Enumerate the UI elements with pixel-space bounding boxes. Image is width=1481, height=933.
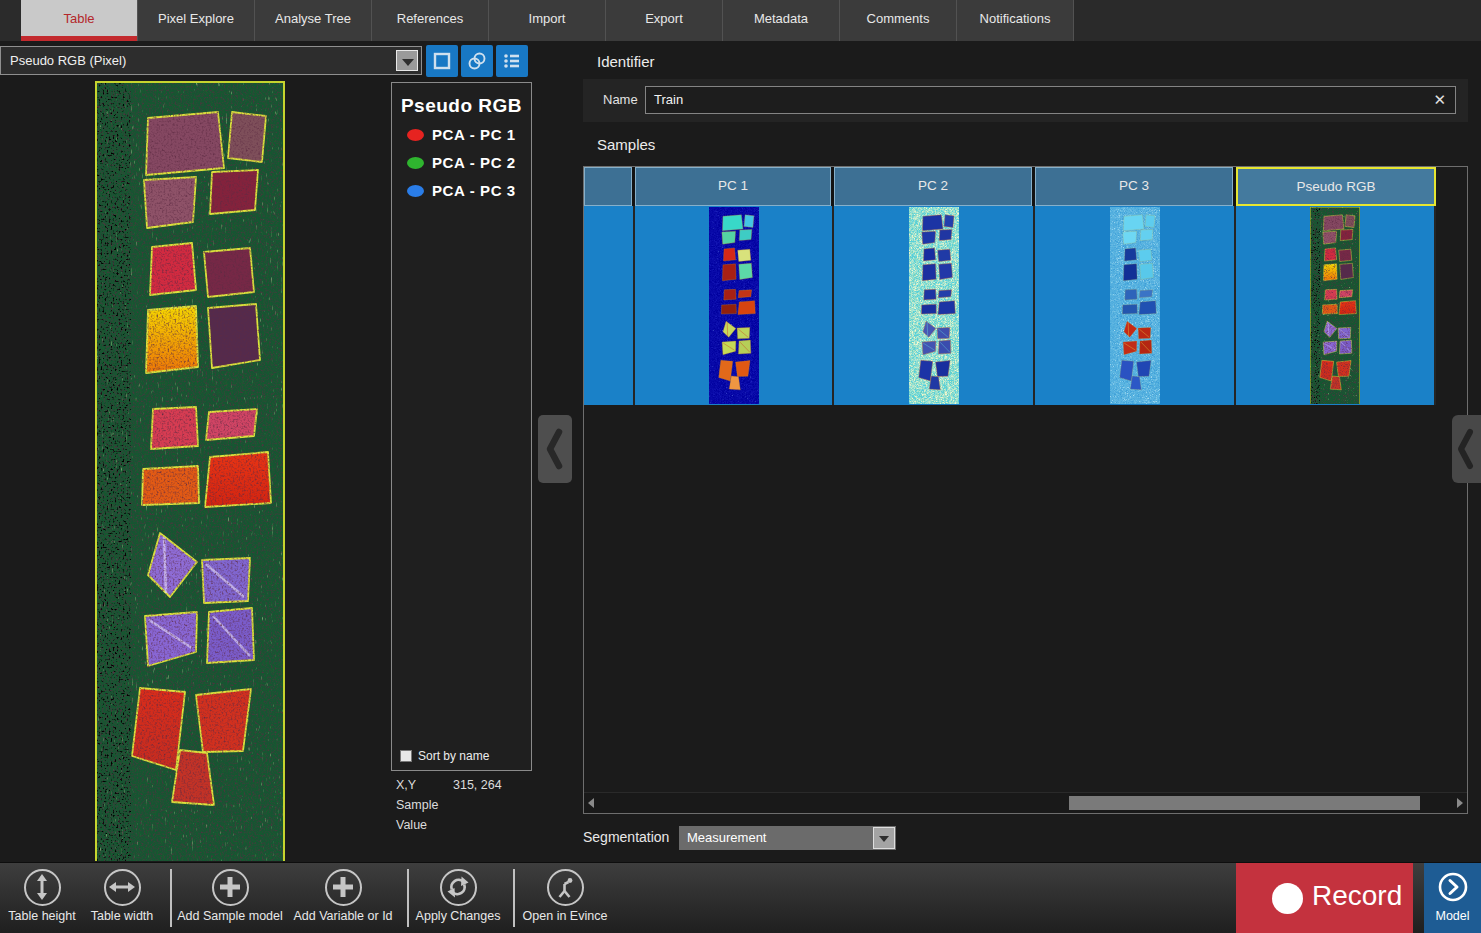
layer-select[interactable]: Pseudo RGB (Pixel)	[0, 46, 422, 75]
apply-changes-button[interactable]: Apply Changes	[403, 867, 513, 923]
add-sample-model-button[interactable]: Add Sample model	[165, 867, 295, 923]
tab-references[interactable]: References	[372, 0, 489, 41]
samples-body-row	[584, 206, 1467, 405]
column-header-pc2[interactable]: PC 2	[834, 167, 1035, 206]
sort-by-name-row[interactable]: Sort by name	[400, 749, 489, 763]
chevron-right-circle-icon	[1436, 870, 1470, 904]
tab-notifications[interactable]: Notifications	[957, 0, 1074, 41]
scroll-left-arrow[interactable]	[588, 798, 594, 808]
tab-import[interactable]: Import	[489, 0, 606, 41]
tab-bar-spacer	[0, 0, 21, 41]
scroll-right-arrow[interactable]	[1457, 798, 1463, 808]
chevron-left-icon	[538, 415, 572, 483]
column-header-pseudo-rgb[interactable]: Pseudo RGB	[1236, 167, 1436, 206]
specimen-image-main[interactable]	[95, 81, 285, 861]
column-header-pc1[interactable]: PC 1	[635, 167, 834, 206]
probe-xy-row: X,Y315, 264	[396, 778, 546, 798]
tab-table[interactable]: Table	[21, 0, 138, 41]
probe-value-row: Value	[396, 818, 546, 838]
square-icon	[431, 50, 453, 72]
horizontal-scrollbar[interactable]	[584, 792, 1467, 813]
refresh-icon	[442, 871, 474, 903]
samples-section-label: Samples	[597, 136, 655, 153]
chevron-down-icon	[879, 836, 889, 842]
name-field-label: Name	[603, 92, 638, 107]
link-icon	[466, 50, 488, 72]
layer-select-arrow-button[interactable]	[396, 50, 418, 71]
legend-item-pc1[interactable]: PCA - PC 1	[407, 126, 531, 145]
collapse-left-panel-button[interactable]	[538, 415, 572, 483]
legend-panel: Pseudo RGB PCA - PC 1 PCA - PC 2 PCA - P…	[391, 82, 532, 771]
tab-metadata[interactable]: Metadata	[723, 0, 840, 41]
segmentation-label: Segmentation	[583, 829, 669, 845]
sample-thumbnail-pc1[interactable]	[709, 207, 759, 404]
layer-select-value: Pseudo RGB (Pixel)	[10, 53, 126, 68]
list-options-button[interactable]	[496, 45, 528, 77]
sample-thumbnail-pc2[interactable]	[909, 207, 959, 404]
model-button[interactable]: Model	[1424, 863, 1481, 933]
legend-item-pc3[interactable]: PCA - PC 3	[407, 182, 531, 201]
sample-cell-pc3[interactable]	[1035, 206, 1236, 405]
row-header-cell[interactable]	[584, 206, 635, 405]
tab-analyse-tree[interactable]: Analyse Tree	[255, 0, 372, 41]
record-button[interactable]: Record	[1236, 863, 1413, 933]
sample-cell-pc1[interactable]	[635, 206, 834, 405]
list-icon	[501, 50, 523, 72]
tab-bar: Table Pixel Explore Analyse Tree Referen…	[0, 0, 1481, 41]
sample-thumbnail-pseudo-rgb[interactable]	[1310, 207, 1360, 404]
open-in-evince-button[interactable]: Open in Evince	[510, 867, 620, 923]
tab-comments[interactable]: Comments	[840, 0, 957, 41]
name-input[interactable]: Train ✕	[645, 86, 1456, 114]
chevron-left-icon	[1452, 415, 1481, 483]
add-icon	[214, 871, 246, 903]
samples-header-row: PC 1 PC 2 PC 3 Pseudo RGB	[584, 167, 1467, 206]
samples-corner-cell	[584, 167, 635, 206]
add-variable-button[interactable]: Add Variable or Id	[278, 867, 408, 923]
legend-swatch-green	[407, 157, 424, 169]
identifier-section-label: Identifier	[597, 53, 655, 70]
legend-item-pc2[interactable]: PCA - PC 2	[407, 154, 531, 173]
sample-cell-pc2[interactable]	[834, 206, 1035, 405]
tab-export[interactable]: Export	[606, 0, 723, 41]
legend-swatch-blue	[407, 185, 424, 197]
legend-title: Pseudo RGB	[392, 95, 531, 117]
probe-xy-value: 315, 264	[453, 778, 502, 792]
link-views-button[interactable]	[461, 45, 493, 77]
sort-by-name-checkbox[interactable]	[400, 750, 412, 762]
add-icon	[327, 871, 359, 903]
clear-name-icon[interactable]: ✕	[1433, 87, 1446, 113]
zoom-box-button[interactable]	[426, 45, 458, 77]
segmentation-dropdown[interactable]: Measurement	[679, 826, 896, 850]
probe-sample-row: Sample	[396, 798, 546, 818]
column-header-pc3[interactable]: PC 3	[1035, 167, 1236, 206]
table-width-button[interactable]: Table width	[67, 867, 177, 923]
segmentation-dropdown-arrow[interactable]	[873, 827, 895, 849]
resize-horizontal-icon	[106, 871, 138, 903]
open-external-icon	[549, 871, 581, 903]
scrollbar-thumb[interactable]	[1069, 796, 1420, 810]
samples-panel: PC 1 PC 2 PC 3 Pseudo RGB	[583, 166, 1468, 814]
chevron-down-icon	[402, 59, 414, 66]
tab-pixel-explore[interactable]: Pixel Explore	[138, 0, 255, 41]
resize-vertical-icon	[26, 871, 58, 903]
legend-swatch-red	[407, 129, 424, 141]
collapse-right-panel-button[interactable]	[1452, 415, 1481, 483]
sample-thumbnail-pc3[interactable]	[1110, 207, 1160, 404]
record-dot-icon	[1272, 883, 1303, 914]
sample-cell-pseudo-rgb[interactable]	[1236, 206, 1436, 405]
bottom-toolbar: Table height Table width Add Sample mode…	[0, 862, 1481, 933]
